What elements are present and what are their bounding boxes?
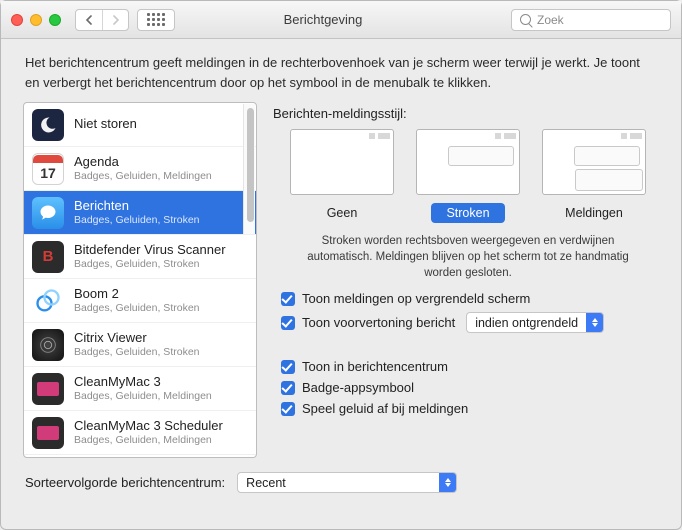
- dropdown-arrows-icon: [586, 313, 603, 332]
- back-button[interactable]: [76, 10, 102, 30]
- cleanmymac-icon: [32, 373, 64, 405]
- nav-back-forward[interactable]: [75, 9, 129, 31]
- list-item-selected[interactable]: Berichten Badges, Geluiden, Stroken: [24, 191, 256, 235]
- alert-style-none[interactable]: Geen: [290, 129, 394, 223]
- list-item[interactable]: Citrix Viewer Badges, Geluiden, Stroken: [24, 323, 256, 367]
- calendar-icon: 17: [32, 153, 64, 185]
- alert-style-banners[interactable]: Stroken: [416, 129, 520, 223]
- window-title: Berichtgeving: [143, 12, 503, 27]
- list-item[interactable]: CleanMyMac 3 Badges, Geluiden, Meldingen: [24, 367, 256, 411]
- search-placeholder: Zoek: [537, 13, 564, 27]
- checkbox-icon: [281, 402, 295, 416]
- checkbox-icon: [281, 316, 295, 330]
- dropdown-arrows-icon: [439, 473, 456, 492]
- checkbox-icon: [281, 360, 295, 374]
- badge-checkbox[interactable]: Badge-appsymbool: [281, 380, 663, 395]
- list-item[interactable]: B Bitdefender Virus Scanner Badges, Gelu…: [24, 235, 256, 279]
- sort-dropdown[interactable]: Recent: [237, 472, 457, 493]
- cleanmymac-scheduler-icon: [32, 417, 64, 449]
- list-item[interactable]: Dashlane Badges, Geluiden, Stroken: [24, 455, 256, 457]
- list-item[interactable]: Boom 2 Badges, Geluiden, Stroken: [24, 279, 256, 323]
- app-list[interactable]: Niet storen 17 Agenda Badges, Geluiden, …: [23, 102, 257, 458]
- search-field[interactable]: Zoek: [511, 9, 671, 31]
- sort-label: Sorteervolgorde berichtencentrum:: [25, 475, 225, 490]
- list-item[interactable]: 17 Agenda Badges, Geluiden, Meldingen: [24, 147, 256, 191]
- preview-checkbox[interactable]: Toon voorvertoning bericht indien ontgre…: [281, 312, 663, 333]
- lock-screen-checkbox[interactable]: Toon meldingen op vergrendeld scherm: [281, 291, 663, 306]
- messages-icon: [32, 197, 64, 229]
- preview-dropdown[interactable]: indien ontgrendeld: [466, 312, 604, 333]
- list-scrollbar[interactable]: [243, 104, 255, 234]
- alert-style-heading: Berichten-meldingsstijl:: [273, 106, 663, 121]
- forward-button[interactable]: [102, 10, 128, 30]
- notification-center-checkbox[interactable]: Toon in berichtencentrum: [281, 359, 663, 374]
- bitdefender-icon: B: [32, 241, 64, 273]
- search-icon: [520, 14, 531, 25]
- alert-style-alerts[interactable]: Meldingen: [542, 129, 646, 223]
- sound-checkbox[interactable]: Speel geluid af bij meldingen: [281, 401, 663, 416]
- list-item[interactable]: CleanMyMac 3 Scheduler Badges, Geluiden,…: [24, 411, 256, 455]
- alert-style-help: Stroken worden rechtsboven weergegeven e…: [273, 227, 663, 291]
- boom-icon: [32, 285, 64, 317]
- checkbox-icon: [281, 381, 295, 395]
- intro-text: Het berichtencentrum geeft meldingen in …: [1, 39, 681, 102]
- close-window-button[interactable]: [11, 14, 23, 26]
- citrix-icon: [32, 329, 64, 361]
- zoom-window-button[interactable]: [49, 14, 61, 26]
- dnd-icon: [32, 109, 64, 141]
- list-item[interactable]: Niet storen: [24, 103, 256, 147]
- checkbox-icon: [281, 292, 295, 306]
- minimize-window-button[interactable]: [30, 14, 42, 26]
